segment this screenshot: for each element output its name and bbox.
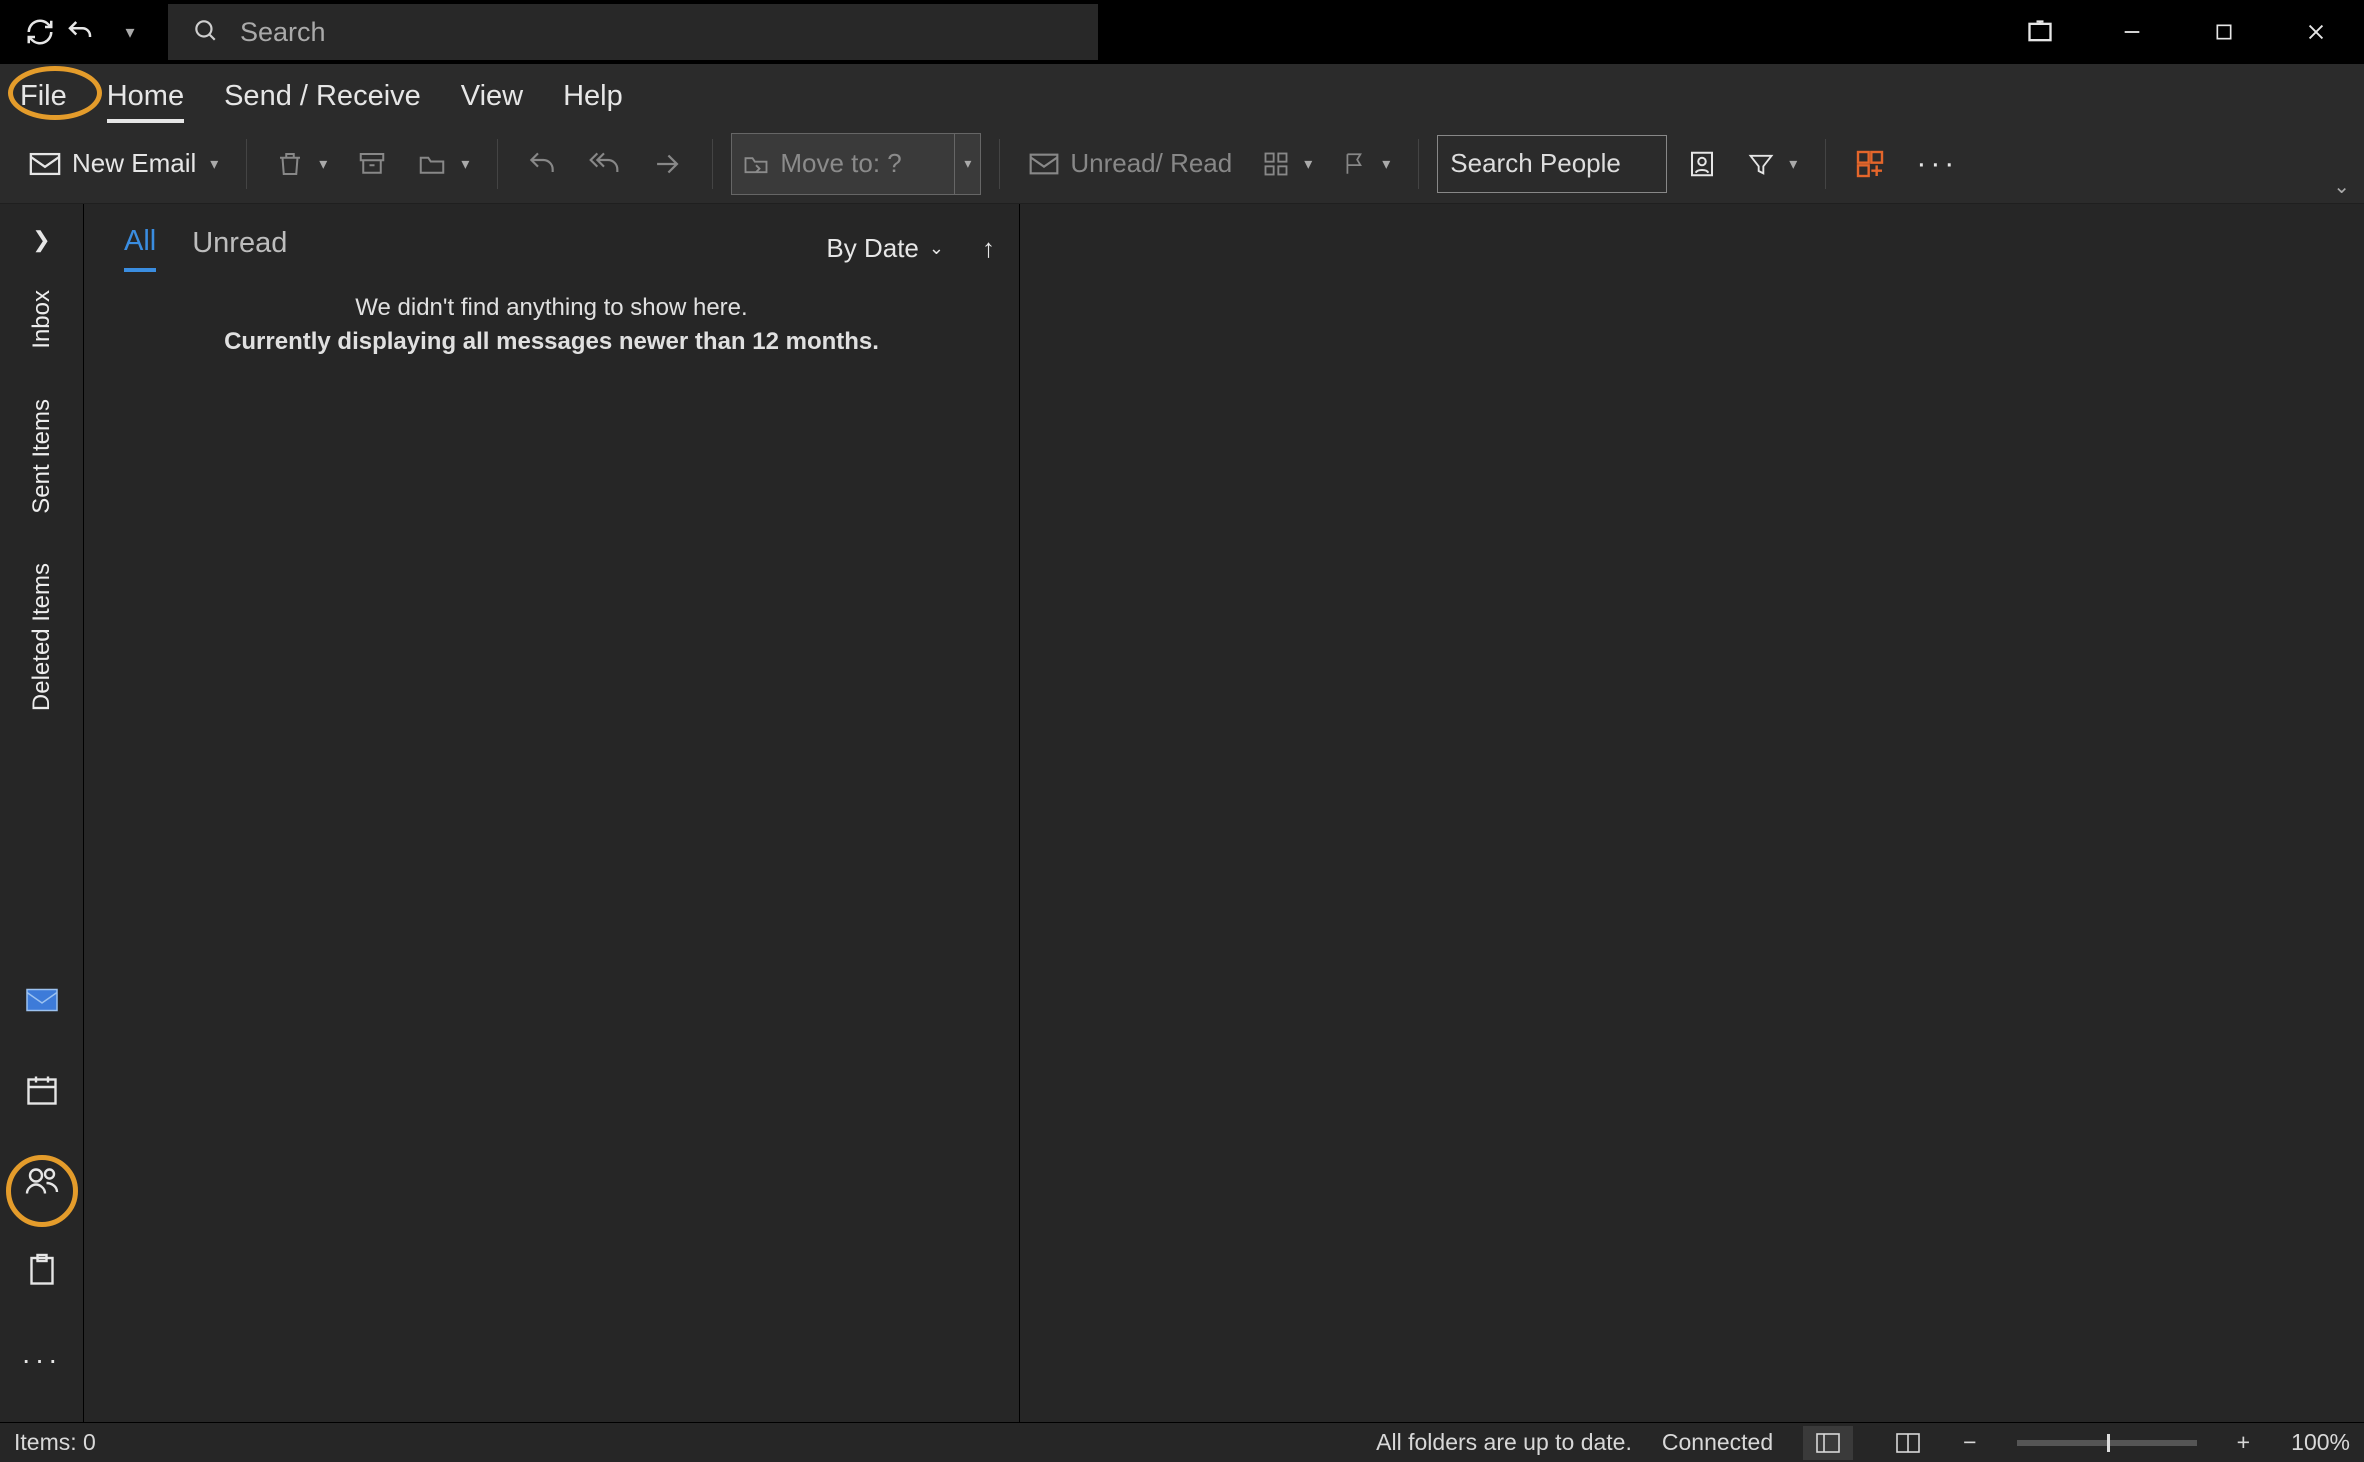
tab-send-receive[interactable]: Send / Receive bbox=[224, 80, 421, 123]
titlebar: ▾ bbox=[0, 0, 2364, 64]
separator bbox=[246, 139, 247, 189]
empty-line1: We didn't find anything to show here. bbox=[84, 294, 1019, 322]
zoom-percent: 100% bbox=[2280, 1429, 2350, 1456]
separator bbox=[1825, 139, 1826, 189]
zoom-out-button[interactable]: − bbox=[1963, 1429, 1976, 1456]
more-nav-icon[interactable]: ··· bbox=[20, 1338, 64, 1382]
move-to-dropdown[interactable]: ▾ bbox=[954, 134, 980, 194]
calendar-nav-icon[interactable] bbox=[20, 1068, 64, 1112]
categorize-button[interactable]: ▾ bbox=[1252, 139, 1322, 189]
zoom-slider[interactable] bbox=[2017, 1440, 2197, 1446]
tab-file[interactable]: File bbox=[20, 80, 67, 123]
tasks-nav-icon[interactable] bbox=[20, 1248, 64, 1292]
separator bbox=[1418, 139, 1419, 189]
ribbon-tabs: File Home Send / Receive View Help bbox=[0, 64, 2364, 124]
chevron-down-icon[interactable]: ▾ bbox=[1304, 154, 1312, 174]
people-nav-icon[interactable] bbox=[20, 1158, 64, 1202]
zoom-in-button[interactable]: + bbox=[2237, 1429, 2250, 1456]
mail-nav-icon[interactable] bbox=[20, 978, 64, 1022]
global-search[interactable] bbox=[168, 4, 1098, 60]
more-commands-button[interactable]: ··· bbox=[1906, 139, 1968, 189]
search-people-placeholder: Search People bbox=[1450, 148, 1621, 179]
customize-qat-dropdown[interactable]: ▾ bbox=[110, 12, 150, 52]
folder-deleted[interactable]: Deleted Items bbox=[28, 563, 56, 711]
move-to-label: Move to: ? bbox=[780, 148, 901, 179]
nav-rail: ❯ Inbox Sent Items Deleted Items ··· bbox=[0, 204, 84, 1422]
message-list-header: All Unread By Date ⌄ ↑ bbox=[84, 204, 1019, 278]
unread-read-button[interactable]: Unread/ Read bbox=[1018, 139, 1242, 189]
unread-read-label: Unread/ Read bbox=[1070, 148, 1232, 179]
search-icon bbox=[192, 17, 218, 48]
status-sync: All folders are up to date. bbox=[1376, 1429, 1632, 1456]
filter-unread[interactable]: Unread bbox=[192, 227, 287, 270]
delete-button[interactable]: ▾ bbox=[265, 139, 337, 189]
view-normal-button[interactable] bbox=[1803, 1426, 1853, 1460]
address-book-button[interactable] bbox=[1677, 139, 1727, 189]
tab-home[interactable]: Home bbox=[107, 80, 184, 123]
move-to-combo[interactable]: Move to: ? ▾ bbox=[731, 133, 981, 195]
chevron-down-icon[interactable]: ⌄ bbox=[929, 238, 944, 259]
chevron-down-icon[interactable]: ▾ bbox=[1789, 154, 1797, 174]
reply-all-button[interactable] bbox=[578, 139, 630, 189]
message-list-pane: All Unread By Date ⌄ ↑ We didn't find an… bbox=[84, 204, 1020, 1422]
filter-all[interactable]: All bbox=[124, 225, 156, 272]
sort-direction-icon[interactable]: ↑ bbox=[982, 233, 995, 264]
forward-button[interactable] bbox=[640, 139, 694, 189]
collapse-ribbon-icon[interactable]: ⌄ bbox=[2333, 174, 2350, 199]
empty-state: We didn't find anything to show here. Cu… bbox=[84, 278, 1019, 356]
ribbon-commands: New Email ▾ ▾ ▾ Move to: ? ▾ Unread/ Rea… bbox=[0, 124, 2364, 204]
chevron-down-icon[interactable]: ▾ bbox=[319, 154, 327, 174]
undo-icon[interactable] bbox=[60, 12, 100, 52]
archive-button[interactable] bbox=[347, 139, 397, 189]
chevron-down-icon[interactable]: ▾ bbox=[461, 154, 469, 174]
flag-button[interactable]: ▾ bbox=[1332, 139, 1400, 189]
status-connection: Connected bbox=[1662, 1429, 1773, 1456]
addins-button[interactable] bbox=[1844, 139, 1896, 189]
reply-button[interactable] bbox=[516, 139, 568, 189]
new-email-label: New Email bbox=[72, 148, 196, 179]
chevron-down-icon[interactable]: ▾ bbox=[1382, 154, 1390, 174]
move-button[interactable]: ▾ bbox=[407, 139, 479, 189]
status-items: Items: 0 bbox=[14, 1429, 96, 1456]
expand-folders-icon[interactable]: ❯ bbox=[22, 220, 62, 260]
empty-line2: Currently displaying all messages newer … bbox=[84, 328, 1019, 356]
separator bbox=[497, 139, 498, 189]
status-bar: Items: 0 All folders are up to date. Con… bbox=[0, 1422, 2364, 1462]
reading-pane bbox=[1020, 204, 2364, 1422]
minimize-button[interactable] bbox=[2106, 6, 2158, 58]
tab-view[interactable]: View bbox=[461, 80, 523, 123]
main-area: ❯ Inbox Sent Items Deleted Items ··· All… bbox=[0, 204, 2364, 1422]
chevron-down-icon[interactable]: ▾ bbox=[210, 154, 218, 174]
coming-soon-icon[interactable] bbox=[2014, 6, 2066, 58]
folder-sent[interactable]: Sent Items bbox=[28, 399, 56, 514]
search-people-input[interactable]: Search People bbox=[1437, 135, 1667, 193]
tab-help[interactable]: Help bbox=[563, 80, 623, 123]
close-button[interactable] bbox=[2290, 6, 2342, 58]
view-reading-button[interactable] bbox=[1883, 1426, 1933, 1460]
sort-label[interactable]: By Date bbox=[826, 233, 919, 264]
separator bbox=[712, 139, 713, 189]
maximize-button[interactable] bbox=[2198, 6, 2250, 58]
new-email-button[interactable]: New Email ▾ bbox=[18, 139, 228, 189]
separator bbox=[999, 139, 1000, 189]
folder-inbox[interactable]: Inbox bbox=[28, 290, 56, 349]
search-input[interactable] bbox=[240, 17, 1098, 48]
filter-button[interactable]: ▾ bbox=[1737, 139, 1807, 189]
refresh-icon[interactable] bbox=[20, 12, 60, 52]
